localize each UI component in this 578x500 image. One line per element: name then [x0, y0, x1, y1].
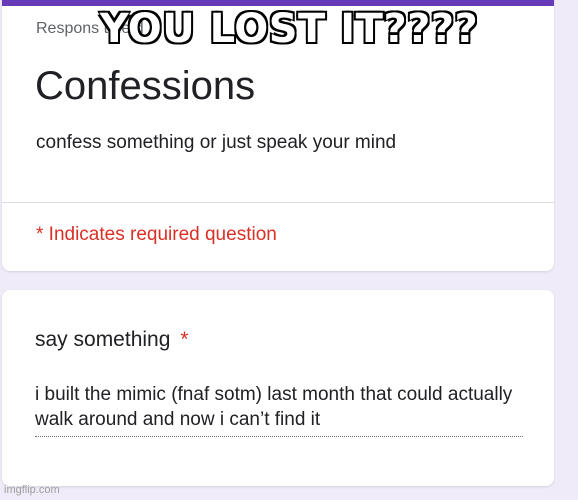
question-title-row: say something *	[35, 328, 189, 352]
required-note: * Indicates required question	[36, 224, 277, 245]
meme-caption: YOU LOST IT????	[99, 5, 479, 53]
question-card: say something * i built the mimic (fnaf s…	[2, 290, 554, 486]
question-title: say something	[35, 328, 171, 351]
required-star: *	[180, 328, 189, 351]
divider	[2, 202, 554, 203]
form-title: Confessions	[35, 64, 256, 108]
form-description: confess something or just speak your min…	[36, 132, 397, 153]
answer-underline	[35, 436, 523, 437]
answer-field[interactable]: i built the mimic (fnaf sotm) last month…	[35, 382, 523, 432]
watermark: imgflip.com	[4, 484, 60, 496]
